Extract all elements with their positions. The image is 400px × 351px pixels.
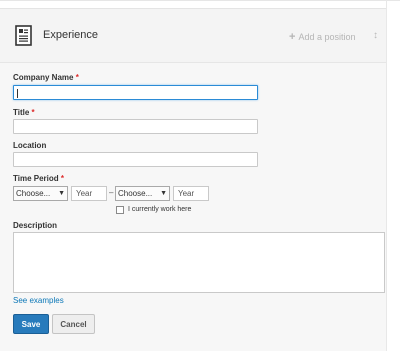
description-textarea[interactable] xyxy=(13,232,385,293)
plus-icon: + xyxy=(289,31,296,43)
title-input[interactable] xyxy=(13,119,258,134)
currently-work-checkbox[interactable] xyxy=(116,206,124,214)
chevron-down-icon: ▼ xyxy=(160,190,167,197)
end-month-value: Choose... xyxy=(118,189,153,198)
start-month-select[interactable]: Choose... ▼ xyxy=(13,186,68,201)
company-name-label: Company Name * xyxy=(13,73,79,82)
cancel-button[interactable]: Cancel xyxy=(52,314,95,334)
required-mark: * xyxy=(31,108,35,117)
section-title: Experience xyxy=(43,29,99,41)
add-position-link[interactable]: + Add a position xyxy=(289,31,355,43)
end-year-input[interactable]: Year xyxy=(173,186,209,201)
save-button[interactable]: Save xyxy=(13,314,49,334)
experience-form xyxy=(0,63,386,351)
top-divider xyxy=(0,0,400,1)
time-period-label: Time Period * xyxy=(13,174,65,183)
required-mark: * xyxy=(75,73,79,82)
document-icon xyxy=(15,25,32,46)
start-year-input[interactable]: Year xyxy=(71,186,107,201)
required-mark: * xyxy=(60,174,65,183)
start-month-value: Choose... xyxy=(16,189,51,198)
location-label: Location xyxy=(13,141,47,150)
text-cursor xyxy=(17,89,18,98)
end-month-select[interactable]: Choose... ▼ xyxy=(115,186,170,201)
company-name-input[interactable] xyxy=(13,85,258,100)
title-label: Title * xyxy=(13,108,35,117)
add-position-label: Add a position xyxy=(298,32,356,42)
location-input[interactable] xyxy=(13,152,258,167)
see-examples-link[interactable]: See examples xyxy=(13,296,64,305)
reorder-icon[interactable]: ↕ xyxy=(373,30,378,41)
section-header: Experience + Add a position ↕ xyxy=(0,8,386,63)
currently-work-label[interactable]: I currently work here xyxy=(128,206,191,213)
date-separator: – xyxy=(109,188,114,197)
chevron-down-icon: ▼ xyxy=(58,190,65,197)
right-divider xyxy=(386,0,387,351)
description-label: Description xyxy=(13,221,58,230)
